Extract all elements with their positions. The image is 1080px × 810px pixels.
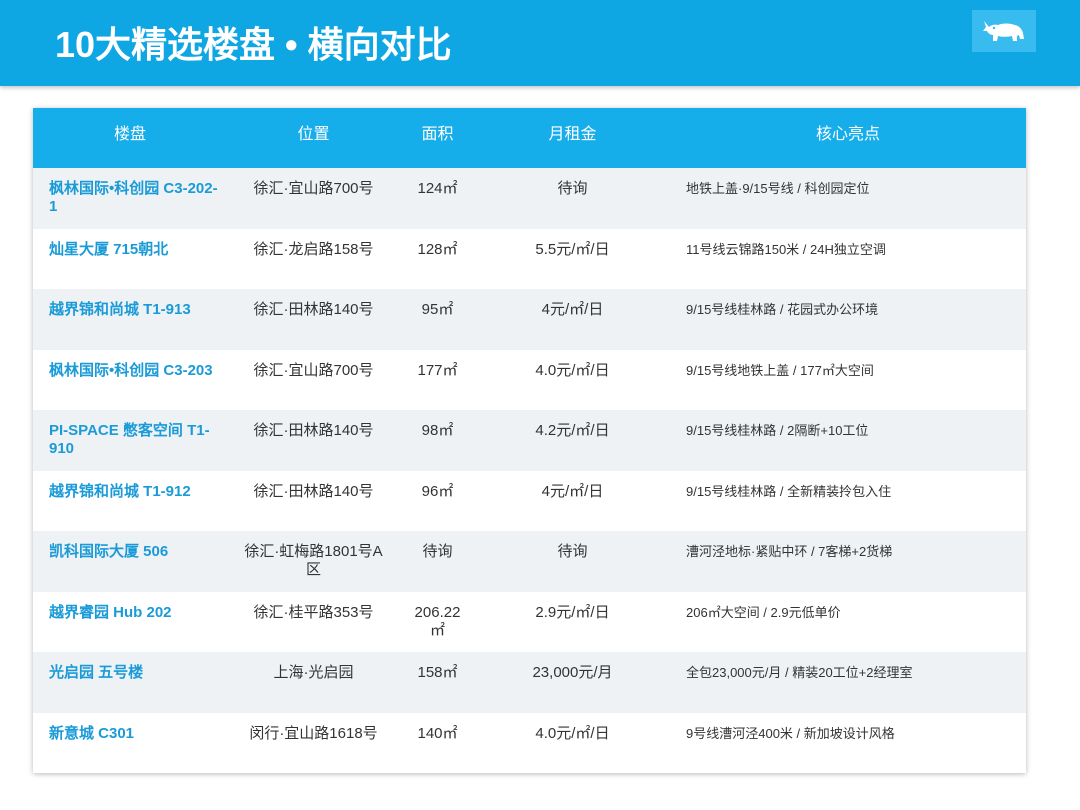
table-header-row: 楼盘 位置 面积 月租金 核心亮点 — [33, 108, 1026, 168]
rhino-logo-svg — [983, 21, 1024, 41]
table-row: PI-SPACE 憋客空间 T1-910 徐汇·田林路140号 98㎡ 4.2元… — [33, 410, 1026, 471]
table-row: 越界睿园 Hub 202 徐汇·桂平路353号 206.22㎡ 2.9元/㎡/日… — [33, 592, 1026, 653]
table-row: 越界锦和尚城 T1-913 徐汇·田林路140号 95㎡ 4元/㎡/日 9/15… — [33, 289, 1026, 350]
area-cell: 124㎡ — [417, 180, 458, 197]
rent-cell: 2.9元/㎡/日 — [535, 603, 610, 621]
property-name-cell: 越界锦和尚城 T1-912 — [49, 482, 191, 500]
location-cell: 徐汇·田林路140号 — [253, 301, 374, 318]
area-cell: 待询 — [422, 543, 453, 560]
area-cell: 158㎡ — [417, 664, 458, 681]
property-name-cell: 灿星大厦 715朝北 — [49, 240, 169, 258]
column-header-location: 位置 — [227, 108, 400, 168]
highlights-cell: 9/15号线地铁上盖 / 177㎡大空间 — [686, 362, 874, 378]
rent-cell: 4.0元/㎡/日 — [535, 361, 610, 379]
rent-cell: 待询 — [557, 180, 588, 197]
rent-cell: 23,000元/月 — [532, 664, 613, 681]
rent-cell: 待询 — [557, 543, 588, 560]
property-name-cell: 凯科国际大厦 506 — [49, 543, 169, 560]
property-name-cell: 枫林国际•科创园 C3-202-1 — [49, 180, 218, 215]
rhino-logo-icon — [972, 10, 1036, 52]
location-cell: 闵行·宜山路1618号 — [249, 724, 378, 742]
rent-cell: 4.0元/㎡/日 — [535, 724, 610, 742]
table-row: 新意城 C301 闵行·宜山路1618号 140㎡ 4.0元/㎡/日 9号线漕河… — [33, 713, 1026, 774]
property-name-cell: 新意城 C301 — [49, 724, 135, 742]
location-cell: 徐汇·田林路140号 — [253, 482, 374, 500]
slide-title: 10大精选楼盘 • 横向对比 — [55, 24, 452, 65]
table-row: 枫林国际•科创园 C3-203 徐汇·宜山路700号 177㎡ 4.0元/㎡/日… — [33, 350, 1026, 411]
highlights-cell: 9号线漕河泾400米 / 新加坡设计风格 — [686, 725, 895, 741]
location-cell: 上海·光启园 — [273, 664, 354, 681]
column-header-highlights: 核心亮点 — [670, 108, 1026, 168]
comparison-table-card: 楼盘 位置 面积 月租金 核心亮点 枫林国际•科创园 C3-202-1 徐汇·宜… — [33, 108, 1026, 773]
table-row: 凯科国际大厦 506 徐汇·虹梅路1801号A区 待询 待询 漕河泾地标·紧贴中… — [33, 531, 1026, 592]
slide-header: 10大精选楼盘 • 横向对比 — [0, 0, 1080, 86]
column-header-rent: 月租金 — [475, 108, 670, 168]
area-cell: 206.22㎡ — [414, 603, 461, 639]
table-row: 灿星大厦 715朝北 徐汇·龙启路158号 128㎡ 5.5元/㎡/日 11号线… — [33, 229, 1026, 290]
area-cell: 177㎡ — [417, 361, 458, 379]
rent-cell: 4.2元/㎡/日 — [535, 422, 610, 439]
location-cell: 徐汇·桂平路353号 — [253, 603, 374, 621]
location-cell: 徐汇·宜山路700号 — [253, 361, 374, 379]
column-header-property: 楼盘 — [33, 108, 227, 168]
property-name-cell: 越界锦和尚城 T1-913 — [49, 301, 191, 318]
location-cell: 徐汇·虹梅路1801号A区 — [244, 543, 383, 578]
location-cell: 徐汇·龙启路158号 — [253, 240, 374, 258]
area-cell: 128㎡ — [417, 240, 458, 258]
location-cell: 徐汇·宜山路700号 — [253, 180, 374, 197]
highlights-cell: 9/15号线桂林路 / 2隔断+10工位 — [686, 423, 869, 438]
area-cell: 95㎡ — [421, 301, 454, 318]
table-row: 枫林国际•科创园 C3-202-1 徐汇·宜山路700号 124㎡ 待询 地铁上… — [33, 168, 1026, 229]
table-row: 越界锦和尚城 T1-912 徐汇·田林路140号 96㎡ 4元/㎡/日 9/15… — [33, 471, 1026, 532]
highlights-cell: 地铁上盖·9/15号线 / 科创园定位 — [686, 181, 870, 196]
area-cell: 140㎡ — [417, 724, 458, 742]
rent-cell: 5.5元/㎡/日 — [535, 240, 610, 258]
area-cell: 96㎡ — [421, 482, 454, 500]
highlights-cell: 漕河泾地标·紧贴中环 / 7客梯+2货梯 — [686, 544, 893, 559]
location-cell: 徐汇·田林路140号 — [253, 422, 374, 439]
property-name-cell: 枫林国际•科创园 C3-203 — [49, 361, 213, 379]
area-cell: 98㎡ — [421, 422, 454, 439]
comparison-table: 楼盘 位置 面积 月租金 核心亮点 枫林国际•科创园 C3-202-1 徐汇·宜… — [33, 108, 1026, 773]
property-name-cell: 越界睿园 Hub 202 — [49, 603, 172, 621]
highlights-cell: 206㎡大空间 / 2.9元低单价 — [686, 604, 841, 620]
column-header-area: 面积 — [400, 108, 475, 168]
rent-cell: 4元/㎡/日 — [541, 301, 604, 318]
rent-cell: 4元/㎡/日 — [541, 482, 604, 500]
property-name-cell: 光启园 五号楼 — [49, 664, 144, 681]
highlights-cell: 9/15号线桂林路 / 花园式办公环境 — [686, 302, 879, 317]
table-row: 光启园 五号楼 上海·光启园 158㎡ 23,000元/月 全包23,000元/… — [33, 652, 1026, 713]
property-name-cell: PI-SPACE 憋客空间 T1-910 — [49, 422, 210, 457]
highlights-cell: 全包23,000元/月 / 精装20工位+2经理室 — [686, 665, 913, 680]
highlights-cell: 9/15号线桂林路 / 全新精装拎包入住 — [686, 483, 892, 499]
highlights-cell: 11号线云锦路150米 / 24H独立空调 — [686, 241, 886, 257]
